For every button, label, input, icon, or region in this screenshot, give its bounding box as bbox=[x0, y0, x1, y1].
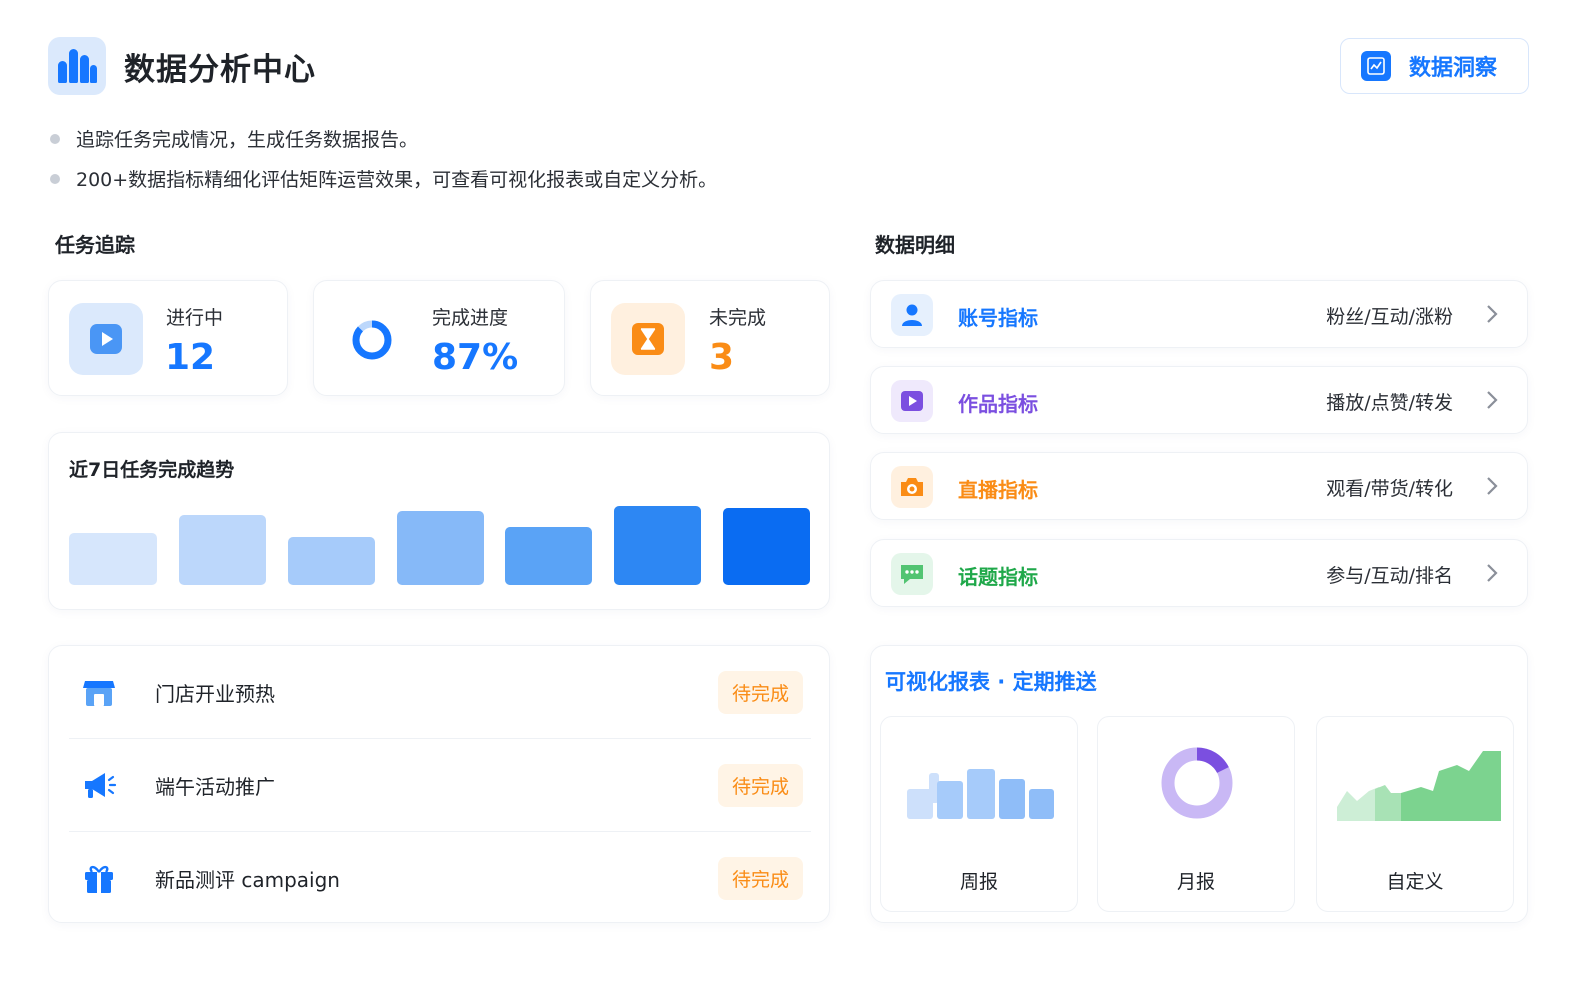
metric-name: 话题指标 bbox=[958, 565, 1038, 589]
metric-row-works[interactable]: 作品指标 播放/点赞/转发 bbox=[870, 366, 1528, 434]
donut-chart-icon bbox=[1161, 747, 1233, 819]
data-detail-title: 数据明细 bbox=[875, 233, 955, 257]
chat-icon bbox=[891, 553, 933, 595]
stat-label: 进行中 bbox=[166, 307, 224, 329]
camera-icon bbox=[891, 466, 933, 508]
description-item: 追踪任务完成情况，生成任务数据报告。 bbox=[50, 125, 418, 152]
stat-value: 3 bbox=[709, 337, 735, 378]
ring-progress-icon bbox=[350, 318, 394, 366]
area-chart-icon bbox=[1337, 751, 1501, 821]
gift-icon bbox=[69, 861, 129, 895]
reports-title: 可视化报表 · 定期推送 bbox=[885, 670, 1097, 694]
trend-bar bbox=[397, 511, 484, 585]
trend-bar bbox=[288, 537, 375, 585]
report-label: 月报 bbox=[1176, 871, 1215, 893]
metric-desc: 粉丝/互动/涨粉 bbox=[1326, 306, 1453, 328]
description-text: 200+数据指标精细化评估矩阵运营效果，可查看可视化报表或自定义分析。 bbox=[76, 169, 718, 191]
metric-name: 账号指标 bbox=[958, 306, 1038, 330]
play-icon bbox=[69, 303, 143, 375]
store-icon bbox=[69, 675, 129, 709]
report-weekly[interactable]: 周报 bbox=[880, 716, 1078, 912]
trend-title: 近7日任务完成趋势 bbox=[69, 459, 235, 481]
report-custom[interactable]: 自定义 bbox=[1316, 716, 1514, 912]
metric-name: 作品指标 bbox=[958, 392, 1038, 416]
bar-chart-icon bbox=[907, 769, 1054, 819]
stat-card-incomplete[interactable]: 未完成 3 bbox=[590, 280, 830, 396]
trend-bar bbox=[69, 533, 157, 585]
data-insight-button[interactable]: 数据洞察 bbox=[1340, 38, 1529, 94]
metric-row-account[interactable]: 账号指标 粉丝/互动/涨粉 bbox=[870, 280, 1528, 348]
page-title: 数据分析中心 bbox=[124, 52, 316, 88]
metric-desc: 观看/带货/转化 bbox=[1326, 478, 1453, 500]
app-logo bbox=[48, 37, 106, 95]
metric-desc: 播放/点赞/转发 bbox=[1326, 392, 1453, 414]
trend-card: 近7日任务完成趋势 bbox=[48, 432, 830, 610]
task-name: 端午活动推广 bbox=[155, 774, 275, 799]
report-monthly[interactable]: 月报 bbox=[1097, 716, 1295, 912]
stat-label: 完成进度 bbox=[432, 307, 509, 329]
stat-card-in-progress[interactable]: 进行中 12 bbox=[48, 280, 288, 396]
stat-value: 87% bbox=[432, 337, 519, 378]
task-name: 门店开业预热 bbox=[155, 681, 275, 706]
stat-value: 12 bbox=[165, 337, 216, 378]
trend-bar bbox=[723, 508, 810, 585]
video-icon bbox=[891, 380, 933, 422]
chevron-right-icon bbox=[1487, 477, 1498, 495]
metric-desc: 参与/互动/排名 bbox=[1326, 565, 1453, 587]
task-name: 新品测评 campaign bbox=[155, 867, 340, 892]
status-badge: 待完成 bbox=[717, 856, 803, 900]
trend-bar bbox=[505, 527, 592, 585]
metric-name: 直播指标 bbox=[958, 478, 1038, 502]
metric-row-live[interactable]: 直播指标 观看/带货/转化 bbox=[870, 452, 1528, 520]
user-icon bbox=[891, 294, 933, 336]
hourglass-icon bbox=[611, 303, 685, 375]
metric-row-topic[interactable]: 话题指标 参与/互动/排名 bbox=[870, 539, 1528, 607]
status-badge: 待完成 bbox=[717, 763, 803, 807]
reports-card: 可视化报表 · 定期推送 周报 月报 自定义 bbox=[870, 645, 1528, 923]
stat-card-progress[interactable]: 完成进度 87% bbox=[313, 280, 565, 396]
stat-label: 未完成 bbox=[709, 307, 767, 329]
task-tracking-title: 任务追踪 bbox=[55, 233, 135, 257]
trend-bar bbox=[614, 506, 701, 585]
report-label: 周报 bbox=[959, 871, 998, 893]
description-item: 200+数据指标精细化评估矩阵运营效果，可查看可视化报表或自定义分析。 bbox=[50, 165, 717, 192]
report-label: 自定义 bbox=[1386, 871, 1444, 893]
trend-chart-icon bbox=[1361, 51, 1391, 81]
list-item[interactable]: 端午活动推广 待完成 bbox=[69, 739, 811, 831]
chevron-right-icon bbox=[1487, 305, 1498, 323]
task-list: 门店开业预热 待完成 端午活动推广 待完成 新品测评 campaign 待完成 bbox=[48, 645, 830, 923]
status-badge: 待完成 bbox=[717, 670, 803, 714]
list-item[interactable]: 新品测评 campaign 待完成 bbox=[69, 832, 811, 924]
description-text: 追踪任务完成情况，生成任务数据报告。 bbox=[76, 129, 419, 151]
data-insight-label: 数据洞察 bbox=[1409, 56, 1498, 81]
chevron-right-icon bbox=[1487, 391, 1498, 409]
chevron-right-icon bbox=[1487, 564, 1498, 582]
list-item[interactable]: 门店开业预热 待完成 bbox=[69, 646, 811, 738]
megaphone-icon bbox=[69, 767, 129, 803]
trend-bar bbox=[179, 515, 266, 585]
